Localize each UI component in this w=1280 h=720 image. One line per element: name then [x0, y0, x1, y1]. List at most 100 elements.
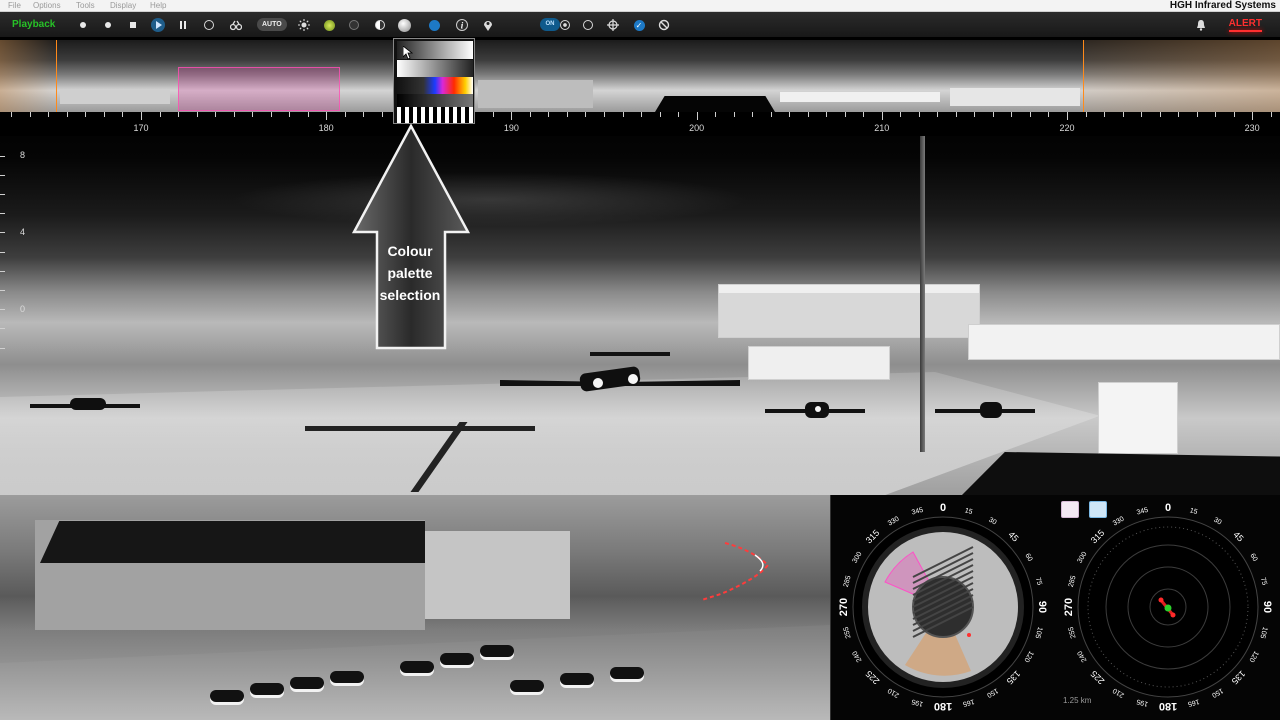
- scale-tick: [826, 112, 828, 117]
- parked-aircraft[interactable]: [30, 392, 140, 422]
- menu-bar: File Options Tools Display Help HGH Infr…: [0, 0, 1280, 12]
- dial-heading-label: 165: [962, 697, 975, 707]
- scale-tick: [585, 112, 587, 117]
- check-button[interactable]: ✓: [632, 18, 646, 32]
- scale-tick: [604, 112, 605, 117]
- lifebuoy-icon: [658, 19, 670, 31]
- app-window: { "menu": { "items": [ {"label":"File"},…: [0, 0, 1280, 720]
- filter-button[interactable]: [347, 18, 361, 32]
- propeller-aircraft-2[interactable]: [935, 397, 1035, 427]
- menu-help[interactable]: Help: [150, 1, 166, 10]
- dial-heading-label: 60: [1248, 553, 1258, 563]
- auto-button[interactable]: AUTO: [257, 18, 287, 31]
- annotation-line: selection: [379, 287, 441, 303]
- scale-tick: [900, 112, 902, 117]
- dial-heading-label: 120: [1022, 650, 1034, 664]
- layers-button[interactable]: [427, 18, 441, 32]
- scale-tick: [178, 112, 180, 117]
- scale-tick: [566, 112, 568, 117]
- target-track[interactable]: [700, 535, 780, 605]
- layers-icon: [428, 19, 440, 31]
- alert-indicator[interactable]: ALERT: [1228, 18, 1263, 32]
- detection-zone[interactable]: [178, 67, 340, 111]
- dial-heading-label: 45: [1006, 529, 1020, 543]
- crosshair-icon: [607, 19, 619, 31]
- parked-car: [610, 667, 644, 679]
- dial-heading-label: 345: [911, 507, 924, 517]
- dial-heading-label: 210: [887, 686, 901, 698]
- menu-tools[interactable]: Tools: [76, 1, 95, 10]
- sector-marker-left[interactable]: [56, 40, 57, 112]
- propeller-aircraft[interactable]: [765, 397, 865, 427]
- snapshot-button[interactable]: [101, 18, 115, 32]
- scale-label: 230: [1244, 123, 1260, 133]
- dial-heading-label: 270: [1063, 598, 1075, 616]
- location-button[interactable]: [481, 18, 495, 32]
- dial-heading-label: 150: [1210, 686, 1224, 698]
- parked-car: [330, 671, 364, 683]
- scale-tick: [1215, 112, 1217, 117]
- panorama-dark-structure: [655, 96, 775, 112]
- target-button[interactable]: [558, 18, 572, 32]
- brand-title: HGH Infrared Systems: [1169, 0, 1276, 11]
- dial-heading-label: 150: [985, 686, 999, 698]
- sector-marker-right[interactable]: [1083, 40, 1084, 112]
- dial-heading-label: 195: [1136, 697, 1149, 707]
- map-pin-icon: [484, 21, 492, 31]
- hot-spot-button[interactable]: [322, 18, 336, 32]
- radar-button[interactable]: [581, 18, 595, 32]
- help-button[interactable]: [657, 18, 671, 32]
- azimuth-scale: 170 180 190 200 210 220 230: [0, 112, 1280, 136]
- palette-button[interactable]: [397, 18, 411, 32]
- radar-dial[interactable]: 0 15 30 4560 75 90 105 120 135 150 165 180 195 210 225…: [1063, 502, 1273, 712]
- info-button[interactable]: i: [455, 18, 469, 32]
- clock-button[interactable]: [202, 18, 216, 32]
- panoramic-dial[interactable]: 0 15 30 4560 75 90 105 120 135 150 165 180 195 210 225…: [838, 502, 1048, 712]
- scale-tick: [863, 112, 865, 117]
- menu-display[interactable]: Display: [110, 1, 136, 10]
- scale-tick: [1178, 112, 1180, 117]
- scale-tick: [11, 112, 13, 117]
- parked-car: [210, 690, 244, 702]
- panorama-strip[interactable]: [0, 40, 1280, 112]
- palette-option-black-hot[interactable]: [397, 60, 473, 78]
- scale-label: 170: [133, 123, 149, 133]
- notification-button[interactable]: [1194, 18, 1208, 32]
- scale-tick: [1029, 112, 1031, 117]
- scale-tick: [1159, 112, 1161, 117]
- main-thermal-view[interactable]: 8 4 0: [0, 112, 1280, 495]
- dial-heading-label: 240: [1077, 649, 1089, 663]
- scale-tick: [29, 112, 31, 117]
- crosshair-button[interactable]: [606, 18, 620, 32]
- scale-tick: [1104, 112, 1106, 117]
- play-icon: [151, 18, 165, 32]
- scale-tick: [215, 112, 217, 117]
- menu-options[interactable]: Options: [33, 1, 61, 10]
- scale-tick: [196, 112, 198, 117]
- on-toggle[interactable]: ON: [540, 18, 560, 31]
- scale-tick: [381, 112, 383, 117]
- scale-tick: [492, 112, 494, 117]
- zoom-thermal-view[interactable]: [0, 495, 830, 720]
- binoculars-icon: [230, 20, 242, 31]
- dial-heading-label: 0: [1165, 502, 1171, 514]
- scale-tick: [141, 112, 142, 120]
- playback-mode-label[interactable]: Playback: [12, 19, 55, 30]
- brightness-button[interactable]: [297, 18, 311, 32]
- pause-button[interactable]: [176, 18, 190, 32]
- palette-option-stripes[interactable]: [397, 107, 473, 123]
- annotation-text: Colour palette selection: [360, 240, 460, 306]
- menu-file[interactable]: File: [8, 1, 21, 10]
- play-button[interactable]: [151, 18, 165, 32]
- jet-aircraft[interactable]: [500, 350, 740, 430]
- range-label: 1.25 km: [1063, 696, 1092, 705]
- contrast-button[interactable]: [373, 18, 387, 32]
- stop-button[interactable]: [126, 18, 140, 32]
- parked-car: [290, 677, 324, 689]
- scale-tick: [548, 112, 550, 117]
- tools-button[interactable]: [229, 18, 243, 32]
- palette-option-rainbow[interactable]: [397, 77, 473, 95]
- scale-tick: [270, 112, 272, 117]
- panorama-edge: [1083, 40, 1280, 112]
- record-button[interactable]: [76, 18, 90, 32]
